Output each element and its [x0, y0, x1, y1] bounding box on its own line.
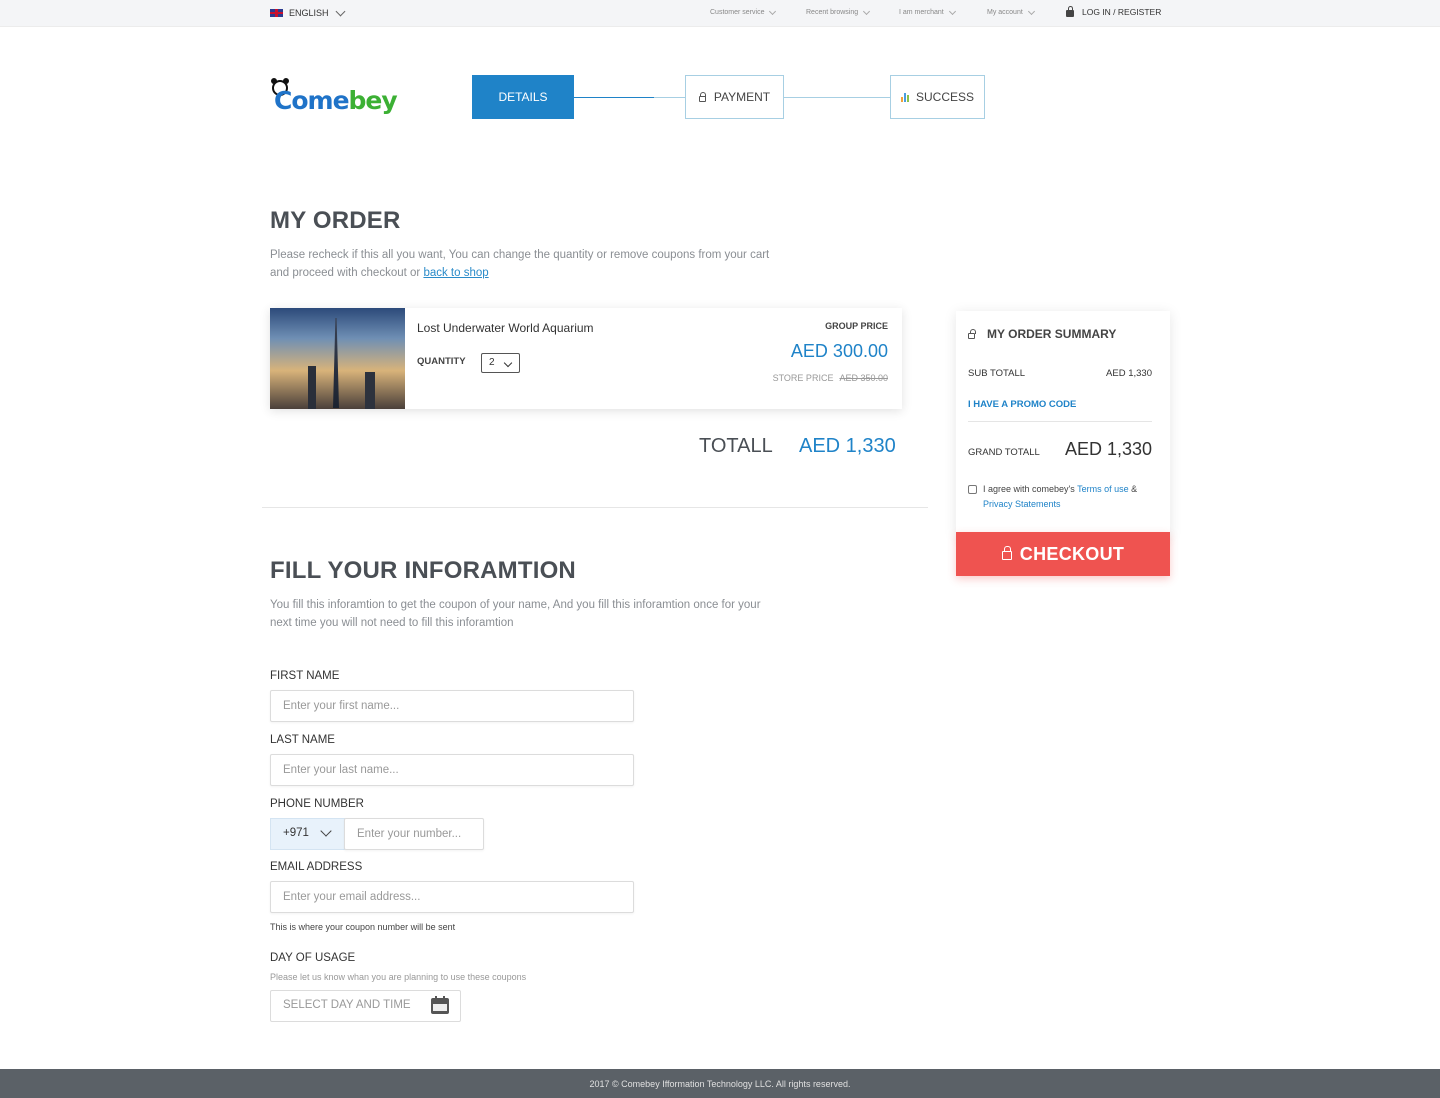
- chevron-down-icon: [335, 6, 345, 16]
- step-connector: [654, 97, 685, 98]
- total-label: TOTALL: [699, 435, 773, 457]
- fill-info-title: FILL YOUR INFORAMTION: [270, 557, 576, 584]
- building-shape: [308, 366, 316, 409]
- chevron-down-icon: [863, 7, 871, 15]
- total-value: AED 1,330: [799, 435, 896, 457]
- quantity-select[interactable]: 2: [481, 353, 520, 373]
- phone-input[interactable]: [344, 818, 484, 850]
- nav-label: Customer service: [710, 9, 765, 16]
- step-label: PAYMENT: [713, 90, 771, 104]
- login-register-link[interactable]: LOG IN / REGISTER: [1066, 6, 1162, 17]
- country-code-value: +971: [283, 827, 309, 839]
- lock-icon: [968, 328, 976, 339]
- subtotal-label: SUB TOTALL: [968, 368, 1026, 379]
- my-order-lead: Please recheck if this all you want, You…: [270, 249, 770, 279]
- quantity-label: QUANTITY: [417, 356, 466, 367]
- brand-logo[interactable]: Comebey: [270, 78, 398, 115]
- language-label: ENGLISH: [289, 8, 329, 18]
- terms-link[interactable]: Terms of use: [1077, 484, 1129, 494]
- chevron-down-icon: [948, 7, 956, 15]
- order-summary-panel: MY ORDER SUMMARY SUB TOTALL AED 1,330 I …: [956, 311, 1170, 536]
- quantity-value: 2: [489, 357, 495, 368]
- step-details[interactable]: DETAILS: [472, 75, 574, 119]
- lock-icon: [698, 91, 707, 102]
- product-name[interactable]: Lost Underwater World Aquarium: [417, 321, 594, 335]
- step-payment[interactable]: PAYMENT: [685, 75, 784, 119]
- nav-label: I am merchant: [899, 9, 944, 16]
- grand-total-value: AED 1,330: [1064, 439, 1152, 459]
- select-day-time-label: SELECT DAY AND TIME: [283, 999, 411, 1011]
- summary-title: MY ORDER SUMMARY: [968, 327, 1116, 341]
- nav-label: Recent browsing: [806, 9, 859, 16]
- last-name-input[interactable]: [270, 754, 634, 786]
- day-of-usage-label: DAY OF USAGE: [270, 952, 356, 964]
- subtotal-value: AED 1,330: [1106, 368, 1152, 379]
- subtotal-row: SUB TOTALL AED 1,330: [968, 368, 1152, 379]
- email-input[interactable]: [270, 881, 634, 913]
- language-selector[interactable]: ENGLISH: [270, 6, 345, 18]
- uk-flag-icon: [270, 9, 283, 17]
- nav-merchant[interactable]: I am merchant: [899, 7, 956, 16]
- summary-divider: [968, 421, 1152, 422]
- email-hint: This is where your coupon number will be…: [270, 922, 456, 932]
- success-chart-icon: [900, 92, 909, 102]
- tower-shape: [333, 318, 339, 408]
- promo-code-link[interactable]: I HAVE A PROMO CODE: [968, 399, 1076, 410]
- email-label: EMAIL ADDRESS: [270, 861, 363, 873]
- copyright-text: 2017 © Comebey Ifformation Technology LL…: [589, 1078, 851, 1089]
- nav-customer-service[interactable]: Customer service: [710, 7, 777, 16]
- checkout-label: CHECKOUT: [1019, 543, 1125, 564]
- first-name-label: FIRST NAME: [270, 670, 340, 682]
- store-price-value: AED 350.00: [839, 373, 888, 383]
- chevron-down-icon: [1027, 7, 1035, 15]
- step-connector: [784, 97, 890, 98]
- chevron-down-icon: [320, 825, 332, 837]
- day-of-usage-hint: Please let us know whan you are planning…: [270, 972, 527, 982]
- order-item-card: Lost Underwater World Aquarium QUANTITY …: [270, 308, 902, 409]
- store-price-label: STORE PRICE: [772, 373, 834, 383]
- group-price-label: GROUP PRICE: [825, 321, 888, 331]
- agree-text: I agree with comebey's Terms of use & Pr…: [983, 484, 1138, 509]
- privacy-link[interactable]: Privacy Statements: [983, 499, 1061, 509]
- first-name-input[interactable]: [270, 690, 634, 722]
- terms-agreement: I agree with comebey's Terms of use & Pr…: [968, 482, 1153, 512]
- nav-my-account[interactable]: My account: [987, 7, 1035, 16]
- chevron-down-icon: [769, 7, 777, 15]
- summary-title-text: MY ORDER SUMMARY: [987, 327, 1117, 341]
- agree-checkbox[interactable]: [968, 485, 977, 494]
- top-bar: ENGLISH Customer service Recent browsing…: [0, 0, 1440, 27]
- step-success[interactable]: SUCCESS: [890, 75, 985, 119]
- product-image[interactable]: [270, 308, 405, 409]
- section-divider: [262, 507, 928, 508]
- group-price-value: AED 300.00: [790, 341, 888, 361]
- step-label: DETAILS: [498, 90, 548, 104]
- login-label: LOG IN / REGISTER: [1082, 7, 1162, 17]
- my-order-title: MY ORDER: [270, 207, 401, 234]
- select-day-time-button[interactable]: SELECT DAY AND TIME: [270, 990, 461, 1022]
- footer: 2017 © Comebey Ifformation Technology LL…: [0, 1069, 1440, 1098]
- step-connector: [574, 97, 654, 98]
- country-code-select[interactable]: +971: [270, 818, 345, 850]
- fill-info-lead: You fill this inforamtion to get the cou…: [270, 599, 761, 629]
- store-price: STORE PRICE AED 350.00: [773, 373, 888, 383]
- back-to-shop-link[interactable]: back to shop: [423, 267, 488, 279]
- last-name-label: LAST NAME: [270, 734, 335, 746]
- calendar-icon: [431, 996, 449, 1014]
- lock-icon: [1066, 6, 1074, 17]
- step-label: SUCCESS: [915, 90, 974, 104]
- logo-wordmark: Comebey: [274, 86, 398, 115]
- checkout-button[interactable]: CHECKOUT: [956, 532, 1170, 576]
- building-shape: [365, 372, 375, 409]
- nav-recent-browsing[interactable]: Recent browsing: [806, 7, 871, 16]
- grand-total-label: GRAND TOTALL: [968, 447, 1040, 458]
- phone-label: PHONE NUMBER: [270, 798, 364, 810]
- chevron-down-icon: [503, 358, 513, 368]
- lock-icon: [1001, 546, 1012, 560]
- nav-label: My account: [987, 9, 1023, 16]
